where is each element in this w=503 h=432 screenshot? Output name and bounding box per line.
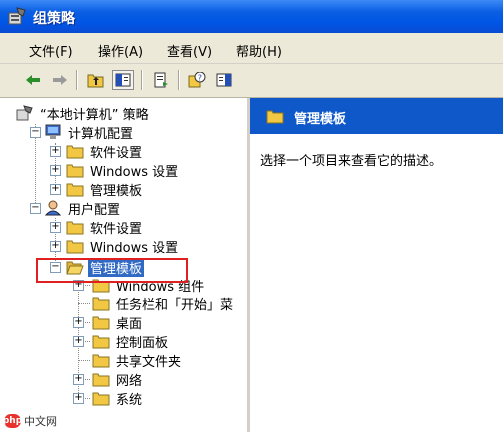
tree-item-uc-windows[interactable]: Windows 设置 xyxy=(66,237,180,256)
tree-item-label: 桌面 xyxy=(116,316,143,332)
console-content: “本地计算机” 策略 − 计算机配置 + 软件设置 + Windows 设置 + xyxy=(0,98,503,432)
tree-item-desktop[interactable]: 桌面 xyxy=(92,313,144,332)
menu-help[interactable]: 帮助(H) xyxy=(236,41,282,60)
toolbar-separator xyxy=(76,70,78,90)
back-icon[interactable] xyxy=(22,70,44,90)
folder-icon xyxy=(66,143,84,159)
folder-icon xyxy=(66,181,84,197)
tree-item-user-config[interactable]: 用户配置 xyxy=(44,199,122,218)
tree-item-label: 计算机配置 xyxy=(68,126,134,142)
menu-file[interactable]: 文件(F) xyxy=(29,41,73,60)
title-bar[interactable]: 组策略 xyxy=(0,0,503,33)
toolbar: ? xyxy=(0,64,503,98)
show-hide-tree-icon[interactable] xyxy=(112,70,134,90)
expand-icon[interactable]: + xyxy=(50,146,61,157)
tree-item-label: 用户配置 xyxy=(68,202,121,218)
folder-icon xyxy=(66,238,84,254)
expand-icon[interactable]: + xyxy=(50,222,61,233)
menu-action[interactable]: 操作(A) xyxy=(98,41,143,60)
folder-icon xyxy=(92,333,110,349)
tree-connector xyxy=(78,303,90,304)
expand-icon[interactable]: + xyxy=(50,184,61,195)
menu-view[interactable]: 查看(V) xyxy=(167,41,212,60)
up-folder-icon[interactable] xyxy=(85,70,107,90)
tree-item-label: 控制面板 xyxy=(116,335,169,351)
policy-icon xyxy=(16,105,34,121)
expand-icon[interactable]: + xyxy=(73,393,84,404)
help-icon[interactable]: ? xyxy=(186,70,208,90)
expand-icon[interactable]: + xyxy=(73,374,84,385)
tree-item-taskbar[interactable]: 任务栏和「开始」菜 xyxy=(92,294,235,313)
folder-icon xyxy=(66,162,84,178)
collapse-icon[interactable]: − xyxy=(30,203,41,214)
tree-item-cc-software[interactable]: 软件设置 xyxy=(66,142,144,161)
expand-icon[interactable]: + xyxy=(50,165,61,176)
tree-item-label: 软件设置 xyxy=(90,221,143,237)
details-header: 管理模板 xyxy=(250,98,503,134)
watermark-text: 中文网 xyxy=(24,415,57,428)
tree-connector xyxy=(78,360,90,361)
tree-item-label: “本地计算机” 策略 xyxy=(40,107,149,123)
folder-icon xyxy=(92,371,110,387)
tree-item-label: 软件设置 xyxy=(90,145,143,161)
toolbar-separator xyxy=(178,70,180,90)
tree-item-uc-software[interactable]: 软件设置 xyxy=(66,218,144,237)
tree-item-label: 共享文件夹 xyxy=(116,354,182,370)
folder-icon xyxy=(92,390,110,406)
tree-item-cc-windows[interactable]: Windows 设置 xyxy=(66,161,180,180)
expand-icon[interactable]: + xyxy=(73,317,84,328)
tree-item-system[interactable]: 系统 xyxy=(92,389,144,408)
tree-item-label: 网络 xyxy=(116,373,143,389)
toolbar-separator xyxy=(141,70,143,90)
tree-item-computer-config[interactable]: 计算机配置 xyxy=(44,123,135,142)
tree-item-network[interactable]: 网络 xyxy=(92,370,144,389)
svg-text:?: ? xyxy=(198,74,202,83)
tree-item-root[interactable]: “本地计算机” 策略 xyxy=(16,104,151,123)
export-list-icon[interactable] xyxy=(150,70,172,90)
properties-icon[interactable] xyxy=(213,70,235,90)
computer-icon xyxy=(44,124,62,140)
expand-icon[interactable]: + xyxy=(50,241,61,252)
expand-icon[interactable]: + xyxy=(73,336,84,347)
watermark: php 中文网 xyxy=(2,413,57,429)
menu-bar: 文件(F) 操作(A) 查看(V) 帮助(H) xyxy=(0,33,503,64)
tree-item-control-panel[interactable]: 控制面板 xyxy=(92,332,170,351)
details-pane[interactable]: 管理模板 选择一个项目来查看它的描述。 xyxy=(250,98,503,432)
folder-icon xyxy=(266,109,284,128)
forward-icon[interactable] xyxy=(49,70,71,90)
tree-pane[interactable]: “本地计算机” 策略 − 计算机配置 + 软件设置 + Windows 设置 + xyxy=(0,98,250,432)
window-title: 组策略 xyxy=(33,11,75,27)
folder-icon xyxy=(92,314,110,330)
tree-item-label: 任务栏和「开始」菜 xyxy=(116,297,234,313)
user-icon xyxy=(44,200,62,216)
tree-item-label: Windows 设置 xyxy=(90,164,179,180)
group-policy-app-icon xyxy=(8,7,26,25)
folder-icon xyxy=(66,219,84,235)
tree-item-cc-admin[interactable]: 管理模板 xyxy=(66,180,144,199)
details-description: 选择一个项目来查看它的描述。 xyxy=(260,154,443,169)
tree-item-shared-folders[interactable]: 共享文件夹 xyxy=(92,351,183,370)
details-title: 管理模板 xyxy=(294,112,347,127)
highlight-box xyxy=(36,258,188,283)
collapse-icon[interactable]: − xyxy=(30,127,41,138)
tree-item-label: 管理模板 xyxy=(90,183,143,199)
tree-item-label: Windows 设置 xyxy=(90,240,179,256)
folder-icon xyxy=(92,295,110,311)
tree-item-label: 系统 xyxy=(116,392,143,408)
php-logo: php xyxy=(2,414,23,428)
folder-icon xyxy=(92,352,110,368)
